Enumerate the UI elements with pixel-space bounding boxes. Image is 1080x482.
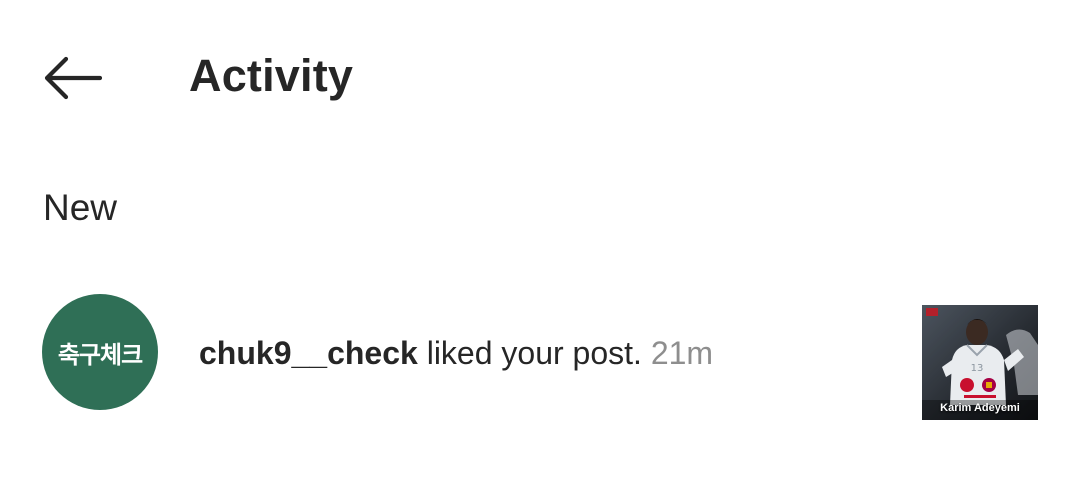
- activity-screen: Activity New 축구체크 chuk9__check liked you…: [0, 0, 1080, 482]
- activity-text: chuk9__check liked your post. 21m: [199, 332, 713, 374]
- username-link[interactable]: chuk9__check: [199, 335, 418, 371]
- activity-action: liked your post.: [426, 335, 642, 371]
- arrow-left-icon: [44, 56, 102, 100]
- header: Activity: [0, 0, 1080, 155]
- activity-item[interactable]: 축구체크 chuk9__check liked your post. 21m 1…: [0, 280, 1080, 425]
- page-title: Activity: [189, 50, 354, 101]
- section-heading-new: New: [43, 187, 118, 228]
- post-thumbnail[interactable]: 13 Karim Adeyemi: [922, 305, 1038, 420]
- avatar[interactable]: 축구체크: [42, 294, 158, 410]
- svg-text:13: 13: [971, 363, 984, 374]
- activity-timestamp: 21m: [650, 335, 714, 371]
- back-button[interactable]: [34, 46, 110, 110]
- post-caption: Karim Adeyemi: [940, 402, 1020, 414]
- avatar-text: 축구체크: [57, 340, 143, 369]
